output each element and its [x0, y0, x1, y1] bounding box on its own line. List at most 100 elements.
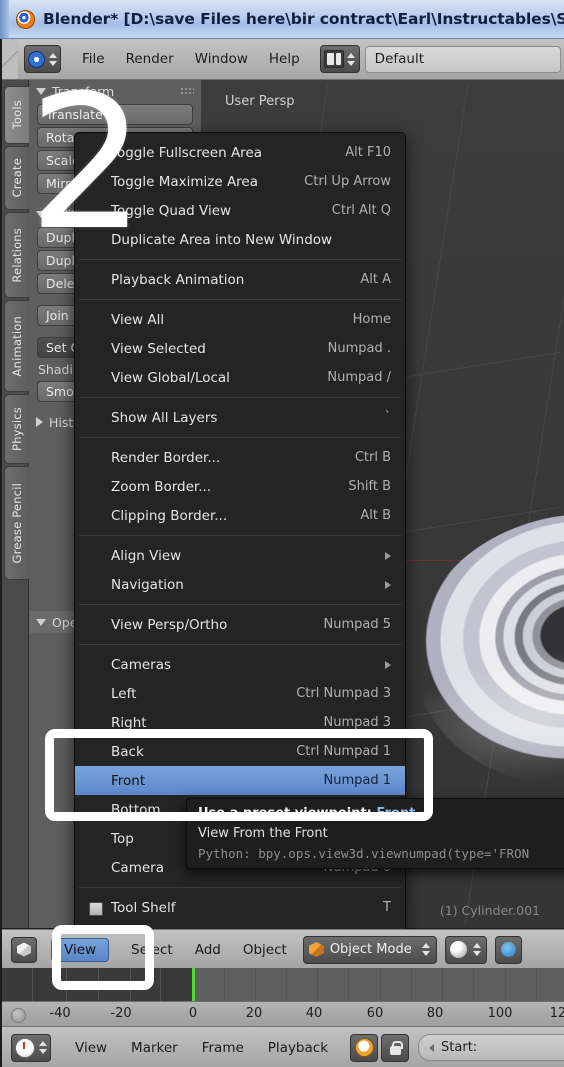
- translate-button[interactable]: Translate: [37, 104, 193, 125]
- viewport-view-label: User Persp: [225, 94, 295, 109]
- menu-item-front[interactable]: Front Numpad 1: [75, 766, 405, 795]
- menu-item-label: Front: [111, 772, 146, 789]
- menu-item-shortcut: Alt A: [360, 272, 391, 287]
- menu-file[interactable]: File: [82, 51, 105, 67]
- menu-item-tool-shelf[interactable]: Tool Shelf T: [75, 893, 405, 922]
- menu-item-duplicate-area-into-new-window[interactable]: Duplicate Area into New Window: [75, 225, 405, 254]
- triangle-right-icon: [36, 417, 43, 427]
- info-editor-icon: [28, 50, 45, 68]
- menu-item-left[interactable]: Left Ctrl Numpad 3: [75, 679, 405, 708]
- menu-help[interactable]: Help: [269, 51, 300, 67]
- viewport-footer-header: View Select Add Object Object Mode: [2, 929, 564, 970]
- auto-keyframe-button[interactable]: [350, 1033, 379, 1062]
- menu-item-navigation[interactable]: Navigation: [75, 570, 405, 599]
- ruler-tick: 40: [305, 1006, 323, 1021]
- menu-item-back[interactable]: Back Ctrl Numpad 1: [75, 737, 405, 766]
- menu-item-zoom-border[interactable]: Zoom Border... Shift B: [75, 472, 405, 501]
- menu-separator: [79, 604, 401, 605]
- menu-item-cameras[interactable]: Cameras: [75, 650, 405, 679]
- menu-window[interactable]: Window: [195, 51, 248, 67]
- sidebar-item-grease-pencil[interactable]: Grease Pencil: [4, 466, 29, 580]
- manipulator-toggle-button[interactable]: [494, 935, 522, 964]
- menu-item-label: Toggle Maximize Area: [111, 173, 259, 190]
- sidebar-item-create[interactable]: Create: [4, 146, 29, 210]
- chevron-left-icon[interactable]: [429, 1043, 435, 1052]
- timeline-scroll-knob[interactable]: [11, 1008, 26, 1023]
- menu-item-shortcut: Ctrl Alt Q: [331, 203, 391, 218]
- interaction-mode-selector[interactable]: Object Mode: [302, 935, 437, 964]
- blue-dot-icon: [500, 942, 516, 957]
- menu-item-label: View Global/Local: [111, 369, 230, 386]
- menu-item-shortcut: Numpad /: [327, 370, 391, 385]
- tab-label: Tools: [10, 100, 24, 130]
- ruler-tick: 0: [188, 1006, 198, 1021]
- screen-name-field[interactable]: Default: [364, 45, 561, 73]
- menu-item-view-global-local[interactable]: View Global/Local Numpad /: [75, 363, 405, 392]
- sidebar-item-tools[interactable]: Tools: [4, 86, 29, 144]
- menu-item-toggle-maximize-area[interactable]: Toggle Maximize Area Ctrl Up Arrow: [75, 167, 405, 196]
- menu-item-view-selected[interactable]: View Selected Numpad .: [75, 334, 405, 363]
- ruler-tick: 12: [549, 1006, 564, 1021]
- timeline-editor-icon[interactable]: [11, 1033, 51, 1062]
- viewport-shading-selector[interactable]: [444, 935, 487, 964]
- menu-item-playback-animation[interactable]: Playback Animation Alt A: [75, 265, 405, 294]
- menu-render[interactable]: Render: [126, 51, 174, 67]
- sidebar-item-animation[interactable]: Animation: [4, 300, 29, 392]
- tab-label: Grease Pencil: [10, 482, 24, 564]
- menu-item-shortcut: Ctrl Up Arrow: [304, 174, 391, 189]
- ruler-tick: 60: [366, 1006, 384, 1021]
- footer-menu-view[interactable]: View: [51, 937, 110, 962]
- sidebar-item-physics[interactable]: Physics: [4, 394, 29, 464]
- 3d-view-editor-icon[interactable]: [11, 936, 37, 963]
- timeline-track[interactable]: [2, 968, 564, 1001]
- menu-item-shortcut: `: [384, 410, 392, 425]
- timeline-menu-view[interactable]: View: [75, 1040, 107, 1056]
- timeline-playhead[interactable]: [192, 968, 195, 1001]
- header-corner-grip[interactable]: [2, 39, 18, 79]
- menu-item-label: Tool Shelf: [111, 899, 176, 916]
- lock-icon: [389, 1040, 403, 1055]
- triangle-down-icon: [36, 87, 46, 95]
- tooltip-line-1: Use a preset viewpoint: Front: [198, 806, 564, 821]
- menu-item-shortcut: T: [383, 900, 391, 915]
- footer-menu-select[interactable]: Select: [131, 942, 173, 958]
- menu-item-view-persp-ortho[interactable]: View Persp/Ortho Numpad 5: [75, 610, 405, 639]
- menu-item-label: Clipping Border...: [111, 507, 228, 524]
- sidebar-item-relations[interactable]: Relations: [4, 212, 29, 298]
- footer-menu-object[interactable]: Object: [243, 942, 287, 958]
- solid-shading-sphere-icon: [449, 941, 467, 958]
- triangle-down-icon: [36, 210, 46, 218]
- tool-tab-column: Tools Create Relations Animation Physics…: [2, 80, 29, 928]
- menu-item-shortcut: Alt F10: [345, 145, 391, 160]
- menu-item-view-all[interactable]: View All Home: [75, 305, 405, 334]
- panel-header-transform[interactable]: Transform: [29, 80, 201, 102]
- menu-item-toggle-fullscreen-area[interactable]: Toggle Fullscreen Area Alt F10: [75, 138, 405, 167]
- timeline-ruler[interactable]: -40 -20 0 20 40 60 80 100 12: [2, 1001, 564, 1027]
- menu-item-shortcut: Numpad 3: [323, 715, 391, 730]
- info-editor-header: File Render Window Help Default: [2, 39, 564, 80]
- tooltip-line-3: Python: bpy.ops.view3d.viewnumpad(type='…: [198, 846, 530, 861]
- timeline-menu-playback[interactable]: Playback: [268, 1040, 328, 1056]
- menu-item-toggle-quad-view[interactable]: Toggle Quad View Ctrl Alt Q: [75, 196, 405, 225]
- menu-item-render-border[interactable]: Render Border... Ctrl B: [75, 443, 405, 472]
- menu-item-show-all-layers[interactable]: Show All Layers `: [75, 403, 405, 432]
- menu-item-label: View Persp/Ortho: [111, 616, 228, 633]
- timeline-menu-marker[interactable]: Marker: [131, 1040, 178, 1056]
- menu-item-align-view[interactable]: Align View: [75, 541, 405, 570]
- menu-item-right[interactable]: Right Numpad 3: [75, 708, 405, 737]
- lock-button[interactable]: [381, 1033, 410, 1062]
- start-frame-field[interactable]: Start:: [418, 1034, 564, 1061]
- checkbox-icon[interactable]: [89, 901, 103, 916]
- screen-layout-selector[interactable]: [319, 45, 360, 73]
- chevron-updown-icon: [473, 943, 482, 956]
- ruler-tick: -40: [49, 1006, 71, 1021]
- panel-title: Transform: [52, 83, 115, 99]
- viewport-object-label: (1) Cylinder.001: [439, 903, 540, 918]
- timeline-preview-range: [2, 968, 192, 1001]
- editor-type-selector[interactable]: [24, 45, 61, 73]
- chevron-updown-icon: [347, 52, 356, 66]
- menu-item-label: View Selected: [111, 340, 206, 357]
- menu-item-clipping-border[interactable]: Clipping Border... Alt B: [75, 501, 405, 530]
- footer-menu-add[interactable]: Add: [195, 942, 221, 958]
- timeline-menu-frame[interactable]: Frame: [202, 1040, 244, 1056]
